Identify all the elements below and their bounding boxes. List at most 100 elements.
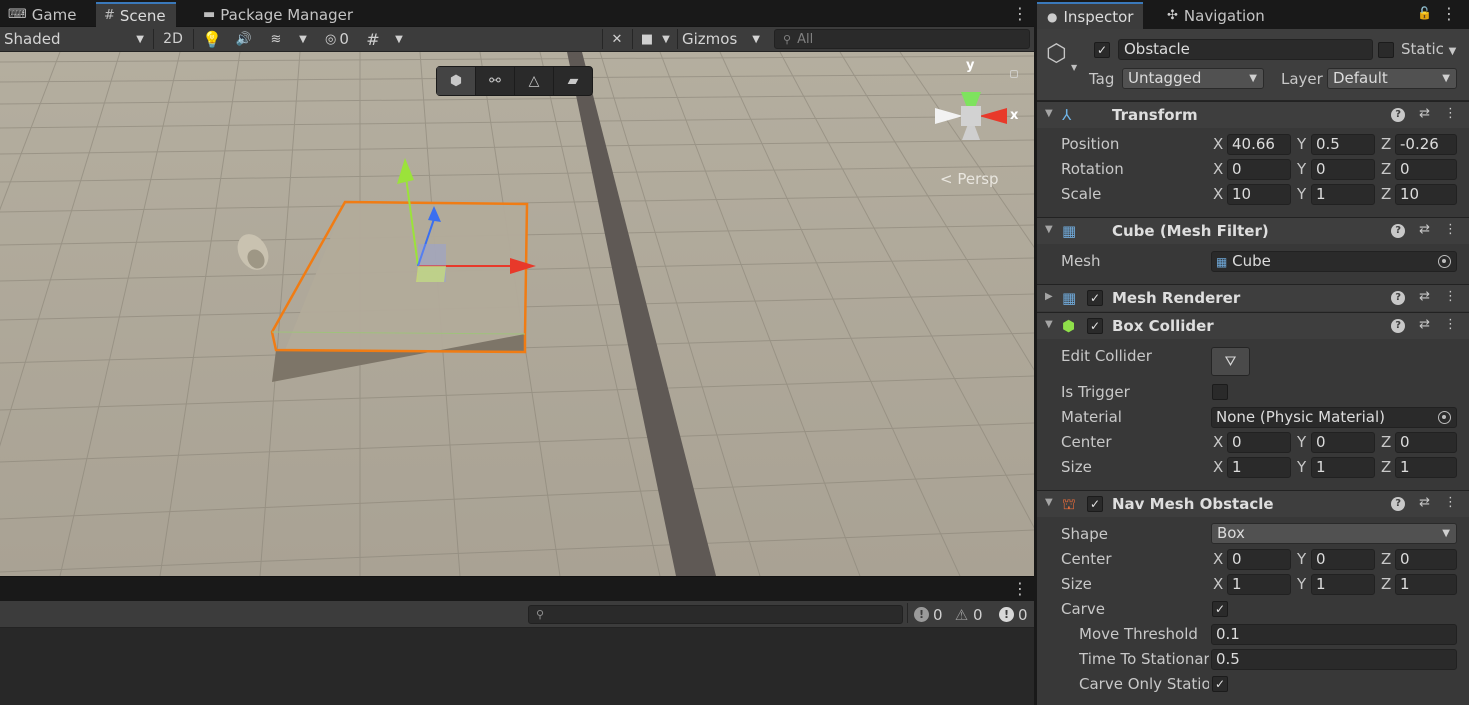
is-trigger-checkbox[interactable]	[1212, 384, 1228, 400]
nav-mesh-obstacle-header[interactable]: ▼ ⛫ ✓ Nav Mesh Obstacle ? ⇄ ⋮	[1037, 490, 1469, 517]
shape-dropdown[interactable]: Box ▼	[1211, 523, 1457, 544]
tag-dropdown[interactable]: Untagged ▼	[1122, 68, 1264, 89]
grid-snap-icon[interactable]: #	[362, 28, 384, 50]
obstacle-size-z-field[interactable]: 1	[1395, 574, 1457, 595]
error-count-toggle[interactable]: ! 0	[914, 604, 943, 625]
mesh-renderer-enabled-checkbox[interactable]: ✓	[1087, 290, 1103, 306]
effects-dropdown-chevron-icon[interactable]: ▼	[294, 28, 312, 50]
tab-inspector[interactable]: ● Inspector	[1037, 2, 1144, 29]
rotation-y-field[interactable]: 0	[1311, 159, 1375, 180]
scene-viewport[interactable]: y x < Persp ⬢ ⚯ △ ▰	[0, 52, 1034, 576]
rotation-z-field[interactable]: 0	[1395, 159, 1457, 180]
position-y-field[interactable]: 0.5	[1311, 134, 1375, 155]
active-checkbox[interactable]: ✓	[1094, 42, 1110, 58]
tools-icon[interactable]: ✕	[607, 28, 627, 50]
time-to-stationary-field[interactable]: 0.5	[1211, 649, 1457, 670]
foldout-collapsed-icon[interactable]: ▶	[1045, 291, 1053, 302]
presets-icon[interactable]: ⇄	[1419, 317, 1430, 333]
static-checkbox[interactable]	[1378, 42, 1394, 58]
component-menu-icon[interactable]: ⋮	[1444, 106, 1457, 122]
component-menu-icon[interactable]: ⋮	[1444, 222, 1457, 238]
chevron-down-icon[interactable]: ▼	[1071, 63, 1077, 72]
console-search-input[interactable]: ⚲	[528, 605, 903, 624]
vertex-tool-icon[interactable]: ⚯	[476, 67, 515, 95]
scale-x-field[interactable]: 10	[1227, 184, 1291, 205]
material-object-field[interactable]: None (Physic Material)	[1211, 407, 1457, 428]
lighting-bulb-icon[interactable]: 💡	[200, 28, 224, 50]
lock-icon[interactable]	[1010, 70, 1018, 78]
gameobject-name-input[interactable]: Obstacle	[1118, 39, 1373, 60]
rotation-x-field[interactable]: 0	[1227, 159, 1291, 180]
scene-search-input[interactable]: ⚲ All	[774, 29, 1030, 49]
transform-header[interactable]: ▼ ⅄ Transform ? ⇄ ⋮	[1037, 101, 1469, 128]
static-dropdown[interactable]: Static ▼	[1401, 40, 1456, 58]
mesh-object-field[interactable]: ▦ Cube	[1211, 251, 1457, 272]
box-collider-header[interactable]: ▼ ⬢ ✓ Box Collider ? ⇄ ⋮	[1037, 312, 1469, 339]
gizmos-dropdown[interactable]: Gizmos ▼	[682, 28, 766, 50]
obstacle-center-z-field[interactable]: 0	[1395, 549, 1457, 570]
presets-icon[interactable]: ⇄	[1419, 222, 1430, 238]
move-threshold-field[interactable]: 0.1	[1211, 624, 1457, 645]
mesh-renderer-header[interactable]: ▶ ▦ ✓ Mesh Renderer ? ⇄ ⋮	[1037, 284, 1469, 311]
scale-z-field[interactable]: 10	[1395, 184, 1457, 205]
obstacle-size-x-field[interactable]: 1	[1227, 574, 1291, 595]
component-menu-icon[interactable]: ⋮	[1444, 317, 1457, 333]
foldout-expanded-icon[interactable]: ▼	[1045, 224, 1053, 235]
shading-mode-dropdown[interactable]: Shaded ▼	[4, 28, 148, 50]
hidden-objects-toggle[interactable]: ◎ 0	[318, 28, 356, 50]
edge-tool-icon[interactable]: △	[515, 67, 554, 95]
camera-icon[interactable]: ■	[637, 28, 657, 50]
help-icon[interactable]: ?	[1391, 224, 1406, 238]
box-collider-enabled-checkbox[interactable]: ✓	[1087, 318, 1103, 334]
foldout-expanded-icon[interactable]: ▼	[1045, 319, 1053, 330]
projection-label[interactable]: < Persp	[940, 170, 999, 188]
effects-layers-icon[interactable]: ≋	[264, 28, 288, 50]
warning-count-toggle[interactable]: ⚠ 0	[954, 604, 983, 625]
info-count-toggle[interactable]: ! 0	[999, 604, 1028, 625]
presets-icon[interactable]: ⇄	[1419, 106, 1430, 122]
help-icon[interactable]: ?	[1391, 291, 1406, 305]
edit-collider-button[interactable]: ⛛	[1211, 347, 1250, 376]
toggle-2d-button[interactable]: 2D	[158, 28, 188, 50]
presets-icon[interactable]: ⇄	[1419, 289, 1430, 305]
lock-icon[interactable]: 🔓	[1417, 6, 1432, 20]
obstacle-center-y-field[interactable]: 0	[1311, 549, 1375, 570]
object-picker-icon[interactable]	[1438, 411, 1451, 424]
obstacle-center-x-field[interactable]: 0	[1227, 549, 1291, 570]
tab-game[interactable]: ⌨ Game	[0, 2, 86, 27]
collider-size-x-field[interactable]: 1	[1227, 457, 1291, 478]
carve-only-stationary-checkbox[interactable]: ✓	[1212, 676, 1228, 692]
nav-obstacle-enabled-checkbox[interactable]: ✓	[1087, 496, 1103, 512]
help-icon[interactable]: ?	[1391, 497, 1406, 511]
console-menu-icon[interactable]: ⋮	[1012, 581, 1028, 597]
help-icon[interactable]: ?	[1391, 108, 1406, 122]
face-tool-icon[interactable]: ▰	[554, 67, 592, 95]
position-x-field[interactable]: 40.66	[1227, 134, 1291, 155]
component-menu-icon[interactable]: ⋮	[1444, 495, 1457, 511]
component-menu-icon[interactable]: ⋮	[1444, 289, 1457, 305]
help-icon[interactable]: ?	[1391, 319, 1406, 333]
audio-speaker-icon[interactable]: 🔊	[232, 28, 256, 50]
mesh-filter-header[interactable]: ▼ ▦ Cube (Mesh Filter) ? ⇄ ⋮	[1037, 217, 1469, 244]
cube-tool-icon[interactable]: ⬢	[437, 67, 476, 95]
collider-size-y-field[interactable]: 1	[1311, 457, 1375, 478]
foldout-expanded-icon[interactable]: ▼	[1045, 497, 1053, 508]
position-z-field[interactable]: -0.26	[1395, 134, 1457, 155]
tab-navigation[interactable]: ✣ Navigation	[1157, 2, 1275, 29]
grid-dropdown-chevron-icon[interactable]: ▼	[390, 28, 408, 50]
object-picker-icon[interactable]	[1438, 255, 1451, 268]
layer-dropdown[interactable]: Default ▼	[1327, 68, 1457, 89]
scale-y-field[interactable]: 1	[1311, 184, 1375, 205]
carve-checkbox[interactable]: ✓	[1212, 601, 1228, 617]
scene-menu-icon[interactable]: ⋮	[1012, 6, 1028, 22]
presets-icon[interactable]: ⇄	[1419, 495, 1430, 511]
camera-dropdown-chevron-icon[interactable]: ▼	[658, 28, 674, 50]
tab-package-manager[interactable]: ▬ Package Manager	[195, 2, 363, 27]
collider-center-z-field[interactable]: 0	[1395, 432, 1457, 453]
collider-size-z-field[interactable]: 1	[1395, 457, 1457, 478]
collider-center-x-field[interactable]: 0	[1227, 432, 1291, 453]
obstacle-size-y-field[interactable]: 1	[1311, 574, 1375, 595]
tab-scene[interactable]: # Scene	[96, 2, 176, 27]
inspector-menu-icon[interactable]: ⋮	[1441, 6, 1457, 22]
foldout-expanded-icon[interactable]: ▼	[1045, 108, 1053, 119]
